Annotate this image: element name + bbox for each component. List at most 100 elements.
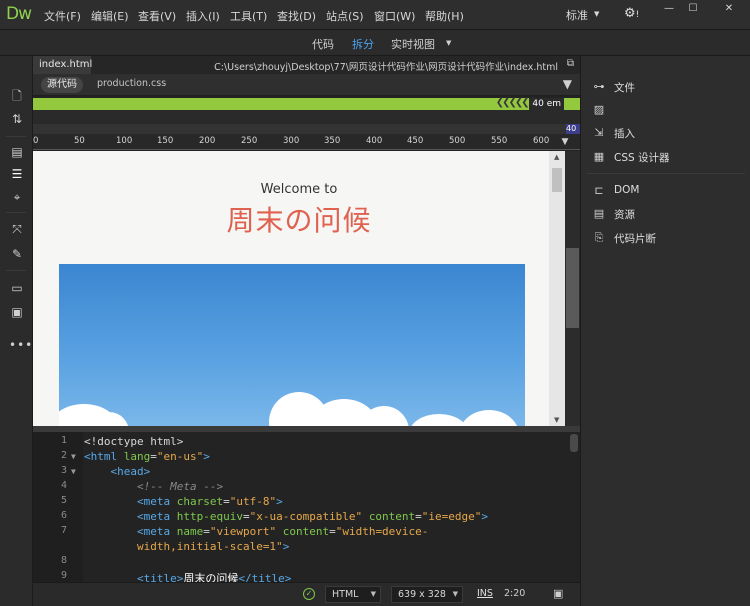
code-token: http-equiv bbox=[176, 510, 243, 523]
view-code-button[interactable]: 代码 bbox=[312, 36, 334, 52]
menu-tools[interactable]: 工具(T) bbox=[230, 8, 267, 24]
code-token: "ie=edge" bbox=[421, 510, 482, 523]
code-token: > bbox=[481, 510, 489, 523]
design-scrollbar[interactable]: ▲ ▼ bbox=[549, 151, 565, 426]
code-line[interactable]: <meta http-equiv="x-ua-compatible" conte… bbox=[84, 510, 488, 523]
related-file-production-css[interactable]: production.css bbox=[97, 78, 166, 89]
gear-icon[interactable]: ⚙! bbox=[624, 6, 639, 21]
panel-label: DOM bbox=[614, 184, 640, 196]
code-gutter: 1 2 ▼ 3 ▼ 4 5 6 7 8 9 bbox=[33, 432, 83, 582]
media-query-strip bbox=[33, 110, 580, 124]
ruler-label: 450 bbox=[407, 136, 424, 146]
format-source-icon[interactable]: ☰ bbox=[9, 166, 25, 182]
code-token: = bbox=[329, 525, 336, 538]
code-line[interactable]: <head> bbox=[84, 465, 151, 478]
code-token: <!-- Meta --> bbox=[136, 480, 224, 493]
code-token: <!doctype html> bbox=[84, 435, 184, 448]
toolbar-divider bbox=[6, 136, 26, 137]
new-file-icon[interactable]: 🗋 bbox=[9, 88, 25, 104]
right-panel: ⊶ 文件 ▨ ⇲ 插入 ▦ CSS 设计器 ⊏ DOM ▤ 资源 ⎘ 代码片断 bbox=[580, 56, 750, 606]
minimize-icon[interactable]: — bbox=[656, 2, 682, 16]
design-view[interactable]: Welcome to 周末の问候 bbox=[33, 151, 565, 426]
code-token: width,initial-scale=1" bbox=[136, 540, 283, 553]
code-scrollbar-thumb[interactable] bbox=[570, 434, 578, 452]
expand-icon[interactable]: ⤧ bbox=[9, 221, 25, 237]
panel-label: 资源 bbox=[614, 209, 635, 221]
split-scrollbar-thumb[interactable] bbox=[566, 248, 579, 328]
line-number: 7 bbox=[60, 525, 67, 536]
workspace-select[interactable]: 标准 bbox=[566, 7, 588, 23]
document-type-select[interactable]: HTML ▼ bbox=[325, 586, 381, 603]
code-token: = bbox=[242, 510, 250, 523]
menu-help[interactable]: 帮助(H) bbox=[425, 8, 464, 24]
fold-arrow-icon[interactable]: ▼ bbox=[71, 452, 76, 461]
split-scrollbar[interactable] bbox=[565, 151, 580, 426]
restore-window-icon[interactable]: ⧉ bbox=[567, 58, 574, 69]
code-line[interactable]: <meta name="viewport" content="width=dev… bbox=[84, 525, 428, 538]
view-live-button[interactable]: 实时视图 bbox=[391, 36, 435, 52]
ruler-width-handle[interactable]: ▼ bbox=[558, 137, 572, 149]
view-mode-bar: 代码 拆分 实时视图 ▼ bbox=[0, 30, 750, 56]
assets-icon: ▤ bbox=[593, 207, 605, 220]
file-transfer-icon[interactable]: ⇅ bbox=[9, 111, 25, 127]
code-line[interactable]: <!-- Meta --> bbox=[84, 480, 223, 493]
code-token: charset bbox=[176, 495, 224, 508]
scroll-up-icon[interactable]: ▲ bbox=[554, 153, 559, 161]
validate-icon[interactable]: ▣ bbox=[9, 304, 25, 320]
window-size-select[interactable]: 639 x 328 ▼ bbox=[391, 586, 463, 603]
ruler: 0 50 100 150 200 250 300 350 400 450 500… bbox=[33, 134, 580, 150]
insert-mode-indicator[interactable]: INS bbox=[477, 588, 493, 599]
ruler-label: 400 bbox=[366, 136, 383, 146]
filter-icon[interactable]: ▼ bbox=[563, 77, 572, 91]
more-icon[interactable]: ••• bbox=[9, 337, 32, 353]
line-number: 4 bbox=[60, 480, 67, 491]
menu-view[interactable]: 查看(V) bbox=[138, 8, 176, 24]
panel-label: CSS 设计器 bbox=[614, 152, 670, 164]
view-split-button[interactable]: 拆分 bbox=[352, 36, 374, 52]
maximize-icon[interactable]: ☐ bbox=[680, 2, 706, 16]
brush-icon[interactable]: ✎ bbox=[9, 246, 25, 262]
chevron-down-icon[interactable]: ▼ bbox=[594, 10, 599, 18]
source-code-button[interactable]: 源代码 bbox=[41, 77, 83, 93]
media-query-tag[interactable]: 40 bbox=[566, 124, 580, 134]
menu-find[interactable]: 查找(D) bbox=[277, 8, 316, 24]
code-line[interactable]: <title>周末の问候</title> bbox=[84, 570, 291, 582]
chevron-down-icon[interactable]: ▼ bbox=[446, 39, 451, 47]
preview-browser-icon[interactable]: ▣ bbox=[553, 587, 563, 600]
code-line[interactable]: <meta charset="utf-8"> bbox=[84, 495, 283, 508]
scrollbar-thumb[interactable] bbox=[552, 168, 562, 192]
code-token: 周末の问候 bbox=[183, 572, 239, 582]
menu-site[interactable]: 站点(S) bbox=[326, 8, 364, 24]
code-line[interactable]: <html lang="en-us"> bbox=[84, 450, 210, 463]
document-list-icon[interactable]: ▤ bbox=[9, 144, 25, 160]
menu-edit[interactable]: 编辑(E) bbox=[91, 8, 129, 24]
scroll-down-icon[interactable]: ▼ bbox=[554, 416, 559, 424]
code-line[interactable]: <!doctype html> bbox=[84, 435, 183, 448]
target-icon[interactable]: ⌖ bbox=[9, 189, 25, 205]
panel-label: 插入 bbox=[614, 128, 635, 140]
ruler-label: 600 bbox=[533, 136, 550, 146]
menu-insert[interactable]: 插入(I) bbox=[186, 8, 220, 24]
fold-arrow-icon[interactable]: ▼ bbox=[71, 467, 76, 476]
code-view[interactable]: 1 2 ▼ 3 ▼ 4 5 6 7 8 9 <!doctype html> <html lang="e… bbox=[33, 432, 580, 582]
code-token: <head> bbox=[110, 465, 151, 478]
code-token: </title> bbox=[238, 572, 292, 582]
toolbar-divider bbox=[6, 212, 26, 213]
code-token: lang bbox=[123, 450, 151, 463]
check-circle-icon[interactable]: ✓ bbox=[303, 588, 315, 600]
close-icon[interactable]: ✕ bbox=[716, 2, 742, 16]
media-query-bar[interactable]: ❮❮❮❮❮❮ 40 em bbox=[33, 97, 580, 110]
menu-file[interactable]: 文件(F) bbox=[44, 8, 81, 24]
assets-image-icon: ▨ bbox=[593, 103, 605, 116]
tab-index-html[interactable]: index.html bbox=[33, 56, 92, 74]
comment-icon[interactable]: ▭ bbox=[9, 280, 25, 296]
code-token: name bbox=[176, 525, 204, 538]
menu-window[interactable]: 窗口(W) bbox=[374, 8, 415, 24]
code-line[interactable]: width,initial-scale=1"> bbox=[84, 540, 289, 553]
line-number: 8 bbox=[60, 555, 67, 566]
line-number: 6 bbox=[60, 510, 67, 521]
